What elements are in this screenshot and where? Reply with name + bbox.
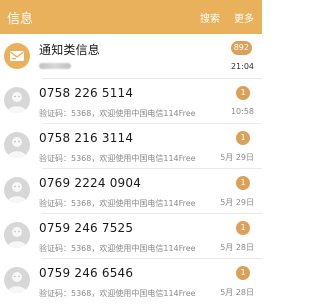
more-button[interactable]: 更多 <box>234 10 254 25</box>
conversation-row[interactable]: 0758 216 3114 验证码：5368，欢迎使用中国电信114Free 1… <box>0 124 262 169</box>
contact-number: 0759 246 6546 <box>39 266 134 280</box>
contact-avatar-icon <box>4 177 30 203</box>
notification-title: 通知类信息 <box>39 43 101 57</box>
conversation-row[interactable]: 0769 2224 0904 验证码：5368，欢迎使用中国电信114Free … <box>0 169 262 214</box>
contact-number: 0759 246 7525 <box>39 221 134 235</box>
timestamp: 5月 29日 <box>220 153 254 162</box>
contact-avatar-icon <box>4 267 30 293</box>
message-envelope-icon <box>4 43 30 69</box>
notification-row[interactable]: 通知类信息 892 21:04 <box>0 34 262 79</box>
search-button[interactable]: 搜索 <box>200 10 220 25</box>
message-preview: 验证码：5368，欢迎使用中国电信114Free <box>39 154 196 163</box>
page-title: 信息 <box>7 12 34 27</box>
message-preview: 验证码：5368，欢迎使用中国电信114Free <box>39 109 196 118</box>
unread-badge: 892 <box>230 41 252 55</box>
message-preview: 验证码：5368，欢迎使用中国电信114Free <box>39 289 196 298</box>
blurred-preview <box>39 63 71 69</box>
app-header: 信息 搜索 更多 <box>0 0 262 34</box>
unread-badge: 1 <box>236 131 250 145</box>
contact-avatar-icon <box>4 222 30 248</box>
timestamp: 5月 29日 <box>220 198 254 207</box>
unread-badge: 1 <box>236 86 250 100</box>
conversation-row[interactable]: 0759 246 6546 验证码：5368，欢迎使用中国电信114Free 1… <box>0 259 262 304</box>
message-preview: 验证码：5368，欢迎使用中国电信114Free <box>39 244 196 253</box>
contact-number: 0758 226 5114 <box>39 86 134 100</box>
unread-badge: 1 <box>236 221 250 235</box>
contact-number: 0769 2224 0904 <box>39 176 142 190</box>
timestamp: 21:04 <box>230 62 254 71</box>
timestamp: 5月 28日 <box>220 243 254 252</box>
contact-number: 0758 216 3114 <box>39 131 134 145</box>
timestamp: 5月 28日 <box>220 288 254 297</box>
timestamp: 10:58 <box>230 107 254 116</box>
unread-badge: 1 <box>236 176 250 190</box>
unread-badge: 1 <box>236 266 250 280</box>
contact-avatar-icon <box>4 87 30 113</box>
conversation-row[interactable]: 0759 246 7525 验证码：5368，欢迎使用中国电信114Free 1… <box>0 214 262 259</box>
conversation-row[interactable]: 0758 226 5114 验证码：5368，欢迎使用中国电信114Free 1… <box>0 79 262 124</box>
message-preview: 验证码：5368，欢迎使用中国电信114Free <box>39 199 196 208</box>
contact-avatar-icon <box>4 132 30 158</box>
